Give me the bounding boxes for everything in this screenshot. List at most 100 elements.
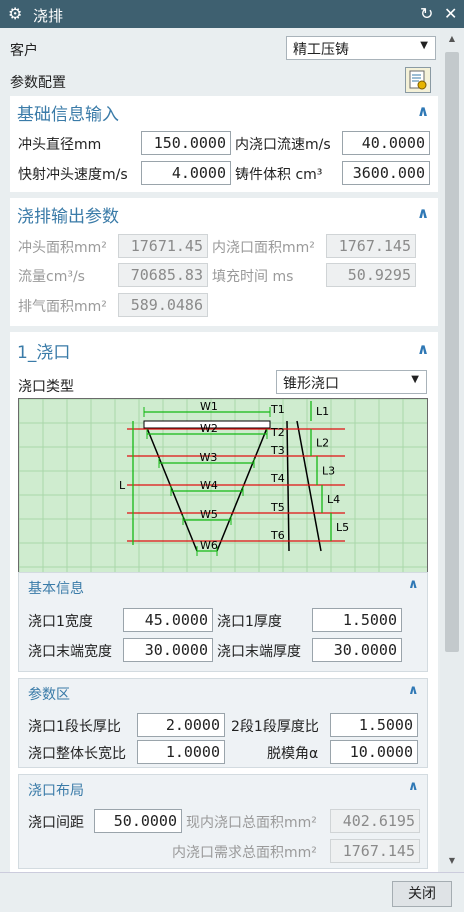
thickness-label: T1: [270, 403, 285, 416]
field-label: 铸件体积 cm³: [235, 167, 323, 183]
field-label: 冲头直径mm: [18, 137, 102, 153]
gate-basic-title: 基本信息: [28, 581, 84, 597]
width-label: W3: [200, 451, 218, 464]
collapse-icon[interactable]: [417, 340, 429, 358]
param-config-label: 参数配置: [10, 75, 66, 91]
width-label: W1: [200, 400, 218, 413]
config-icon[interactable]: [405, 67, 431, 93]
field-label: 浇口间距: [28, 815, 84, 831]
width-label: W5: [200, 508, 218, 521]
basic-input-panel: 基础信息输入 冲头直径mm 150.0000 内浇口流速m/s 40.0000 …: [10, 96, 438, 192]
shot-speed-input[interactable]: 4.0000: [141, 161, 231, 185]
field-label: 脱模角α: [267, 746, 319, 762]
segment-label: L3: [322, 465, 335, 478]
thickness-label: T5: [270, 501, 285, 514]
gate-diagram: W1 W2 W3 W4 W5 W6 T1 T2 T3 T4 T5 T6 L L1 L2 L3 L4 L5: [18, 398, 428, 594]
field-label: 填充时间 ms: [212, 269, 294, 285]
field-label: 浇口1宽度: [28, 614, 93, 630]
close-button[interactable]: 关闭: [392, 881, 452, 907]
thickness-label: T3: [270, 444, 285, 457]
title-bar: ⚙ 浇排 ↻ ✕: [0, 0, 464, 28]
gate-side-left: [146, 427, 198, 552]
gate-type-label: 浇口类型: [18, 379, 74, 395]
output-params-title: 浇排输出参数: [17, 207, 119, 227]
collapse-icon[interactable]: [417, 102, 429, 120]
gate-params-subpanel: 参数区 浇口1段长厚比 2.0000 2段1段厚度比 1.5000 浇口整体长宽…: [18, 678, 428, 768]
gate-width-input[interactable]: 45.0000: [123, 608, 213, 632]
segment-label: L4: [327, 493, 340, 506]
punch-diameter-input[interactable]: 150.0000: [141, 131, 231, 155]
field-label: 内浇口面积mm²: [212, 240, 315, 256]
collapse-icon[interactable]: [408, 683, 419, 698]
dialog-body: 客户 精工压铸 ▼ 参数配置 基础信息输入 冲头直径mm 150.0000 内浇…: [0, 28, 440, 872]
reset-icon[interactable]: ↻: [420, 4, 433, 23]
scroll-down-icon[interactable]: ▼: [440, 852, 464, 870]
customer-label: 客户: [10, 43, 38, 59]
window-title: 浇排: [33, 7, 64, 25]
width-label: W4: [200, 479, 218, 492]
vent-area-value: 589.0486: [118, 293, 208, 317]
fill-time-value: 50.9295: [326, 263, 416, 287]
close-icon[interactable]: ✕: [444, 4, 457, 23]
customer-select[interactable]: 精工压铸 ▼: [286, 36, 436, 60]
field-label: 冲头面积mm²: [18, 240, 107, 256]
stage2-ratio-input[interactable]: 1.5000: [330, 713, 418, 737]
gate-velocity-input[interactable]: 40.0000: [342, 131, 430, 155]
casting-volume-input[interactable]: 3600.000: [342, 161, 430, 185]
field-label: 内浇口流速m/s: [235, 137, 331, 153]
gate-area-value: 1767.145: [326, 234, 416, 258]
gate-thickness-input[interactable]: 1.5000: [312, 608, 402, 632]
collapse-icon[interactable]: [417, 204, 429, 222]
total-length-label: L: [119, 479, 126, 492]
gate-profile-left: [286, 420, 290, 552]
segment-label: L2: [316, 437, 329, 450]
gate-title: 1_浇口: [17, 343, 71, 363]
segment-label: L1: [316, 405, 329, 418]
gate-basic-subpanel: 基本信息 浇口1宽度 45.0000 浇口1厚度 1.5000 浇口末端宽度 3…: [18, 572, 428, 672]
gate-end-thickness-input[interactable]: 30.0000: [312, 638, 402, 662]
thickness-label: T4: [270, 472, 285, 485]
field-label: 浇口末端宽度: [28, 644, 112, 660]
scroll-thumb[interactable]: [445, 52, 459, 652]
output-params-panel: 浇排输出参数 冲头面积mm² 17671.45 内浇口面积mm² 1767.14…: [10, 198, 438, 326]
chevron-down-icon: ▼: [420, 40, 428, 51]
stage1-ratio-input[interactable]: 2.0000: [137, 713, 225, 737]
thickness-label: T2: [270, 426, 285, 439]
gate-type-select[interactable]: 锥形浇口 ▼: [276, 370, 427, 394]
width-label: W6: [200, 539, 218, 552]
chevron-down-icon: ▼: [411, 374, 419, 385]
thickness-label: T6: [270, 529, 285, 542]
field-label: 流量cm³/s: [18, 269, 85, 285]
current-area-value: 402.6195: [330, 809, 420, 833]
scrollbar[interactable]: ▲ ▼: [440, 28, 464, 872]
gate-type-value: 锥形浇口: [283, 376, 339, 392]
field-label: 排气面积mm²: [18, 299, 107, 315]
flow-value: 70685.83: [118, 263, 208, 287]
scroll-up-icon[interactable]: ▲: [440, 30, 464, 48]
field-label: 浇口1厚度: [217, 614, 282, 630]
aspect-ratio-input[interactable]: 1.0000: [137, 740, 225, 764]
required-area-value: 1767.145: [330, 839, 420, 863]
customer-value: 精工压铸: [293, 42, 349, 58]
gate-params-title: 参数区: [28, 687, 70, 703]
segment-label: L5: [336, 521, 349, 534]
width-label: W2: [200, 422, 218, 435]
gate-spacing-input[interactable]: 50.0000: [94, 809, 182, 833]
collapse-icon[interactable]: [408, 779, 419, 794]
gear-icon[interactable]: ⚙: [8, 4, 22, 23]
footer: 关闭: [0, 872, 464, 912]
collapse-icon[interactable]: [408, 577, 419, 592]
gate-layout-title: 浇口布局: [28, 783, 84, 799]
punch-area-value: 17671.45: [118, 234, 208, 258]
field-label: 浇口末端厚度: [217, 644, 301, 660]
field-label: 快射冲头速度m/s: [18, 167, 128, 183]
field-label: 现内浇口总面积mm²: [186, 815, 317, 831]
draft-angle-input[interactable]: 10.0000: [330, 740, 418, 764]
field-label: 2段1段厚度比: [231, 719, 319, 735]
gate-end-width-input[interactable]: 30.0000: [123, 638, 213, 662]
basic-input-title: 基础信息输入: [17, 105, 119, 125]
field-label: 浇口整体长宽比: [28, 746, 126, 762]
field-label: 内浇口需求总面积mm²: [172, 845, 317, 861]
field-label: 浇口1段长厚比: [28, 719, 121, 735]
gate-layout-subpanel: 浇口布局 浇口间距 50.0000 现内浇口总面积mm² 402.6195 内浇…: [18, 774, 428, 869]
